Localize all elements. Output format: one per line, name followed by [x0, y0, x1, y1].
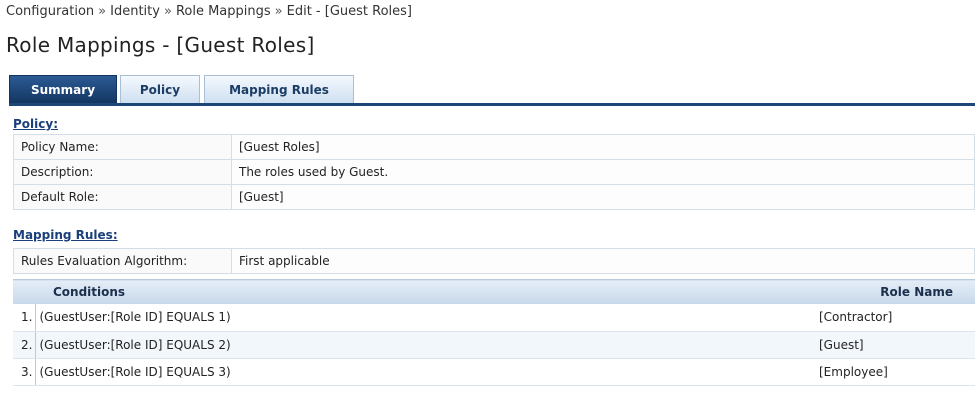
default-role-label: Default Role:: [13, 184, 232, 210]
rule-role: [Contractor]: [813, 304, 975, 332]
mapping-rules-section-link[interactable]: Mapping Rules:: [13, 228, 118, 242]
breadcrumb-current: Edit - [Guest Roles]: [286, 4, 412, 19]
description-value: The roles used by Guest.: [231, 159, 975, 185]
breadcrumb-role-mappings[interactable]: Role Mappings: [176, 4, 271, 19]
algorithm-label: Rules Evaluation Algorithm:: [13, 248, 232, 274]
breadcrumb: Configuration» Identity» Role Mappings» Edi…: [6, 4, 412, 19]
rule-role: [Guest]: [813, 331, 975, 359]
page-title: Role Mappings - [Guest Roles]: [6, 33, 315, 57]
breadcrumb-separator: »: [98, 4, 107, 19]
table-row: 2. (GuestUser:[Role ID] EQUALS 2) [Guest…: [13, 331, 975, 359]
algorithm-value: First applicable: [231, 248, 975, 274]
policy-section-link[interactable]: Policy:: [13, 117, 58, 131]
breadcrumb-configuration[interactable]: Configuration: [6, 4, 94, 19]
tab-policy[interactable]: Policy: [120, 75, 200, 103]
rules-header-row: Conditions Role Name: [13, 279, 975, 304]
conditions-header: Conditions: [13, 279, 813, 304]
rule-role: [Employee]: [813, 358, 975, 386]
rules-table: Conditions Role Name 1. (GuestUser:[Role…: [13, 279, 975, 386]
role-name-header: Role Name: [813, 279, 975, 304]
rule-condition: (GuestUser:[Role ID] EQUALS 2): [35, 331, 813, 359]
rule-number: 3.: [13, 358, 36, 386]
tab-underline: [9, 103, 975, 106]
default-role-value: [Guest]: [231, 184, 975, 210]
rule-number: 2.: [13, 331, 36, 359]
table-row: Description: The roles used by Guest.: [13, 159, 975, 185]
policy-name-label: Policy Name:: [13, 134, 232, 160]
breadcrumb-identity[interactable]: Identity: [110, 4, 160, 19]
policy-name-value: [Guest Roles]: [231, 134, 975, 160]
description-label: Description:: [13, 159, 232, 185]
breadcrumb-separator: »: [163, 4, 172, 19]
algorithm-table: Rules Evaluation Algorithm: First applic…: [13, 248, 975, 274]
table-row: Default Role: [Guest]: [13, 184, 975, 210]
table-row: 1. (GuestUser:[Role ID] EQUALS 1) [Contr…: [13, 304, 975, 332]
rule-number: 1.: [13, 304, 36, 332]
table-row: 3. (GuestUser:[Role ID] EQUALS 3) [Emplo…: [13, 358, 975, 386]
table-row: Policy Name: [Guest Roles]: [13, 134, 975, 160]
table-row: Rules Evaluation Algorithm: First applic…: [13, 248, 975, 274]
rule-condition: (GuestUser:[Role ID] EQUALS 1): [35, 304, 813, 332]
tab-summary[interactable]: Summary: [9, 75, 117, 104]
policy-table: Policy Name: [Guest Roles] Description: …: [13, 134, 975, 210]
rule-condition: (GuestUser:[Role ID] EQUALS 3): [35, 358, 813, 386]
tab-mapping-rules[interactable]: Mapping Rules: [204, 75, 354, 103]
breadcrumb-separator: »: [274, 4, 283, 19]
